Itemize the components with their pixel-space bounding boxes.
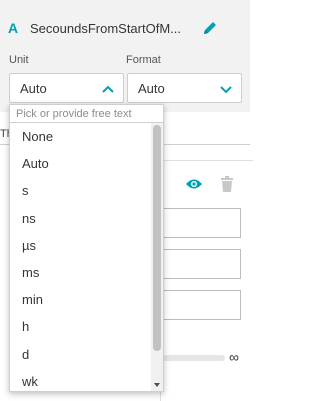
format-select[interactable]: Auto bbox=[127, 73, 242, 103]
trash-icon[interactable] bbox=[220, 176, 234, 192]
scrollbar-thumb[interactable] bbox=[153, 125, 161, 351]
chevron-up-icon bbox=[102, 85, 114, 93]
dropdown-search-input[interactable] bbox=[10, 105, 163, 123]
dropdown-scrollbar[interactable] bbox=[151, 123, 163, 391]
unit-options-list: None Auto s ns µs ms min h d wk bbox=[10, 123, 150, 395]
unit-option-h[interactable]: h bbox=[10, 313, 150, 340]
pencil-icon[interactable] bbox=[202, 20, 218, 36]
unit-option-us[interactable]: µs bbox=[10, 232, 150, 259]
unit-select[interactable]: Auto bbox=[9, 73, 124, 103]
unit-option-none[interactable]: None bbox=[10, 123, 150, 150]
background-slider[interactable] bbox=[163, 355, 225, 361]
unit-option-auto[interactable]: Auto bbox=[10, 150, 150, 177]
unit-dropdown: None Auto s ns µs ms min h d wk bbox=[9, 104, 164, 392]
unit-option-s[interactable]: s bbox=[10, 177, 150, 204]
format-select-value: Auto bbox=[138, 81, 165, 96]
eye-icon[interactable] bbox=[185, 177, 203, 191]
background-card bbox=[160, 160, 253, 401]
column-title-row: A SecoundsFromStartOfM... bbox=[8, 16, 181, 40]
background-input-2[interactable] bbox=[163, 249, 241, 279]
chevron-down-icon bbox=[220, 86, 232, 94]
background-input-1[interactable] bbox=[163, 208, 241, 238]
format-label: Format bbox=[126, 54, 161, 66]
unit-option-ns[interactable]: ns bbox=[10, 205, 150, 232]
unit-label: Unit bbox=[9, 54, 29, 66]
unit-option-min[interactable]: min bbox=[10, 286, 150, 313]
column-settings-panel: A SecoundsFromStartOfM... Unit Format Au… bbox=[0, 0, 250, 112]
text-type-icon: A bbox=[8, 20, 19, 36]
scroll-down-arrow-icon[interactable] bbox=[154, 383, 160, 387]
background-input-3[interactable] bbox=[163, 290, 241, 320]
infinity-symbol: ∞ bbox=[229, 349, 239, 365]
unit-option-d[interactable]: d bbox=[10, 341, 150, 368]
unit-select-value: Auto bbox=[20, 81, 47, 96]
unit-option-ms[interactable]: ms bbox=[10, 259, 150, 286]
column-title: SecoundsFromStartOfM... bbox=[30, 20, 181, 36]
unit-option-wk[interactable]: wk bbox=[10, 368, 150, 395]
